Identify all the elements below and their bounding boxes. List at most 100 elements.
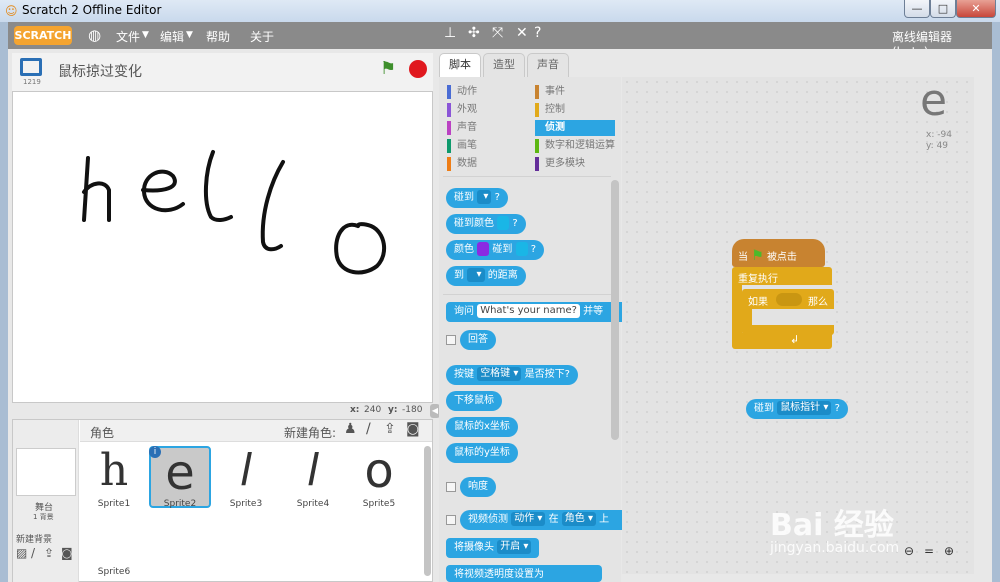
block-set-video-transparency[interactable]: 将视频透明度设置为 bbox=[446, 565, 602, 582]
stop-icon[interactable] bbox=[409, 60, 427, 78]
camera-icon[interactable]: ◙ bbox=[61, 546, 73, 560]
sprite-name: Sprite2 bbox=[163, 499, 197, 509]
block-if-then[interactable]: 如果 那么 bbox=[742, 289, 836, 335]
block-mouse-down[interactable]: 下移鼠标 bbox=[446, 391, 502, 411]
upload-icon[interactable]: ⇪ bbox=[44, 546, 54, 560]
window-titlebar: ☺ Scratch 2 Offline Editor — □ ✕ bbox=[0, 0, 1000, 22]
sprite-name: Sprite5 bbox=[362, 499, 396, 509]
block-touching-color[interactable]: 碰到颜色 ? bbox=[446, 214, 526, 234]
sprite-glyph: e bbox=[165, 445, 195, 501]
category-sound[interactable]: 声音 bbox=[447, 120, 477, 136]
block-key-pressed[interactable]: 按键 空格键 ▾ 是否按下? bbox=[446, 365, 578, 385]
new-sprite-label: 新建角色: bbox=[284, 426, 337, 440]
block-answer[interactable]: 回答 bbox=[460, 330, 496, 350]
sprites-scrollbar[interactable] bbox=[424, 446, 431, 576]
grow-icon[interactable]: ⤧ bbox=[492, 25, 503, 41]
letter-e bbox=[141, 169, 185, 213]
if-inner-gap bbox=[752, 309, 836, 325]
brush-icon[interactable]: / bbox=[31, 546, 35, 560]
category-looks[interactable]: 外观 bbox=[447, 102, 477, 118]
sprite-glyph: o bbox=[364, 443, 394, 499]
zoom-reset-icon[interactable]: = bbox=[924, 544, 934, 558]
sprite-name: Sprite3 bbox=[229, 499, 263, 509]
block-turn-video[interactable]: 将摄像头 开启 ▾ bbox=[446, 538, 540, 558]
block-color-touching-color[interactable]: 颜色 碰到 ? bbox=[446, 240, 545, 260]
block-distance-to[interactable]: 到 ▾ 的距离 bbox=[446, 266, 526, 286]
duplicate-icon[interactable]: ⊥ bbox=[444, 25, 456, 41]
globe-icon[interactable]: ◍ bbox=[88, 26, 101, 44]
category-operators[interactable]: 数字和逻辑运算 bbox=[535, 138, 615, 154]
sprite-library-icon[interactable]: ♟ bbox=[344, 421, 357, 437]
green-flag-icon: ⚑ bbox=[751, 248, 764, 264]
block-touching-mouse-pointer[interactable]: 碰到 鼠标指针 ▾ ? bbox=[746, 399, 848, 419]
block-video-motion[interactable]: 视频侦测 动作 ▾ 在 角色 ▾ 上 bbox=[460, 510, 622, 530]
maximize-button[interactable]: □ bbox=[930, 0, 956, 18]
answer-checkbox[interactable] bbox=[446, 335, 456, 345]
stage-backdrop-count: 1 背景 bbox=[33, 513, 54, 521]
category-control[interactable]: 控制 bbox=[535, 102, 565, 118]
camera-sprite-icon[interactable]: ◙ bbox=[406, 421, 420, 437]
category-pen[interactable]: 画笔 bbox=[447, 138, 477, 154]
scratch-logo[interactable]: SCRATCH bbox=[14, 26, 72, 45]
category-data[interactable]: 数据 bbox=[447, 156, 477, 172]
left-window-edge bbox=[0, 22, 8, 582]
category-more-blocks[interactable]: 更多模块 bbox=[535, 156, 585, 172]
tab-costumes[interactable]: 造型 bbox=[483, 53, 525, 77]
cut-icon[interactable]: ✣ bbox=[468, 25, 480, 41]
block-touching[interactable]: 碰到 ▾ ? bbox=[446, 188, 508, 208]
block-when-flag-clicked[interactable]: 当 ⚑ 被点击 bbox=[732, 239, 825, 267]
menu-edit[interactable]: 编辑 bbox=[160, 28, 184, 45]
empty-condition-slot[interactable] bbox=[776, 293, 802, 306]
hello-drawing bbox=[82, 150, 387, 275]
new-backdrop-label: 新建背景 bbox=[16, 535, 53, 545]
zoom-in-icon[interactable]: ⊕ bbox=[944, 544, 954, 558]
sprite-y-readout: y: 49 bbox=[926, 141, 949, 151]
category-motion[interactable]: 动作 bbox=[447, 84, 477, 100]
sprite-name[interactable]: Sprite6 bbox=[83, 567, 145, 577]
zoom-out-icon[interactable]: ⊖ bbox=[904, 544, 914, 558]
info-icon[interactable]: i bbox=[149, 446, 161, 458]
app-icon: ☺ bbox=[5, 4, 18, 18]
stage-canvas[interactable] bbox=[12, 91, 433, 403]
letter-l-2 bbox=[260, 160, 285, 252]
tab-scripts[interactable]: 脚本 bbox=[439, 53, 481, 77]
upload-sprite-icon[interactable]: ⇪ bbox=[384, 421, 396, 437]
sprite-name: Sprite1 bbox=[97, 499, 131, 509]
sprites-title: 角色 bbox=[90, 426, 115, 440]
block-loudness[interactable]: 响度 bbox=[460, 477, 496, 497]
sprite-glyph: l bbox=[239, 445, 253, 496]
video-checkbox[interactable] bbox=[446, 515, 456, 525]
menu-help[interactable]: 帮助 bbox=[206, 28, 230, 45]
y-value: -180 bbox=[402, 405, 423, 415]
presentation-mode-icon[interactable] bbox=[20, 58, 42, 76]
letter-l-1 bbox=[203, 150, 233, 222]
window-title: Scratch 2 Offline Editor bbox=[22, 3, 162, 17]
menu-file[interactable]: 文件 bbox=[116, 28, 140, 45]
block-ask-and-wait[interactable]: 询问 What's your name? 并等 bbox=[446, 302, 622, 322]
block-mouse-y[interactable]: 鼠标的y坐标 bbox=[446, 443, 518, 463]
category-events[interactable]: 事件 bbox=[535, 84, 565, 100]
palette-scrollbar[interactable] bbox=[611, 180, 619, 440]
paint-sprite-icon[interactable]: / bbox=[366, 421, 371, 437]
menu-bar: SCRATCH ◍ 文件 ▼ 编辑 ▼ 帮助 关于 ⊥ ✣ ⤧ ✕ ? 离线编辑… bbox=[8, 22, 992, 59]
category-sensing[interactable]: 侦测 bbox=[535, 120, 615, 136]
sprite-glyph: l bbox=[306, 445, 320, 496]
y-label: y: bbox=[388, 405, 398, 415]
stage-thumbnail[interactable] bbox=[16, 448, 76, 496]
x-value: 240 bbox=[364, 405, 382, 415]
tab-sounds[interactable]: 声音 bbox=[527, 53, 569, 77]
chevron-down-icon: ▼ bbox=[142, 30, 149, 40]
loudness-checkbox[interactable] bbox=[446, 482, 456, 492]
letter-h bbox=[82, 156, 111, 222]
block-mouse-x[interactable]: 鼠标的x坐标 bbox=[446, 417, 518, 437]
project-title[interactable]: 鼠标掠过变化 bbox=[58, 61, 142, 81]
minimize-button[interactable]: — bbox=[904, 0, 930, 18]
paint-backdrop-icon[interactable]: ▨ bbox=[16, 546, 27, 560]
green-flag-icon[interactable]: ⚑ bbox=[380, 58, 396, 79]
chevron-down-icon: ▼ bbox=[186, 30, 193, 40]
help-icon[interactable]: ? bbox=[534, 25, 541, 41]
close-button[interactable]: ✕ bbox=[956, 0, 996, 18]
current-sprite-glyph: e bbox=[920, 75, 948, 126]
shrink-icon[interactable]: ✕ bbox=[516, 25, 528, 41]
menu-about[interactable]: 关于 bbox=[250, 28, 274, 45]
